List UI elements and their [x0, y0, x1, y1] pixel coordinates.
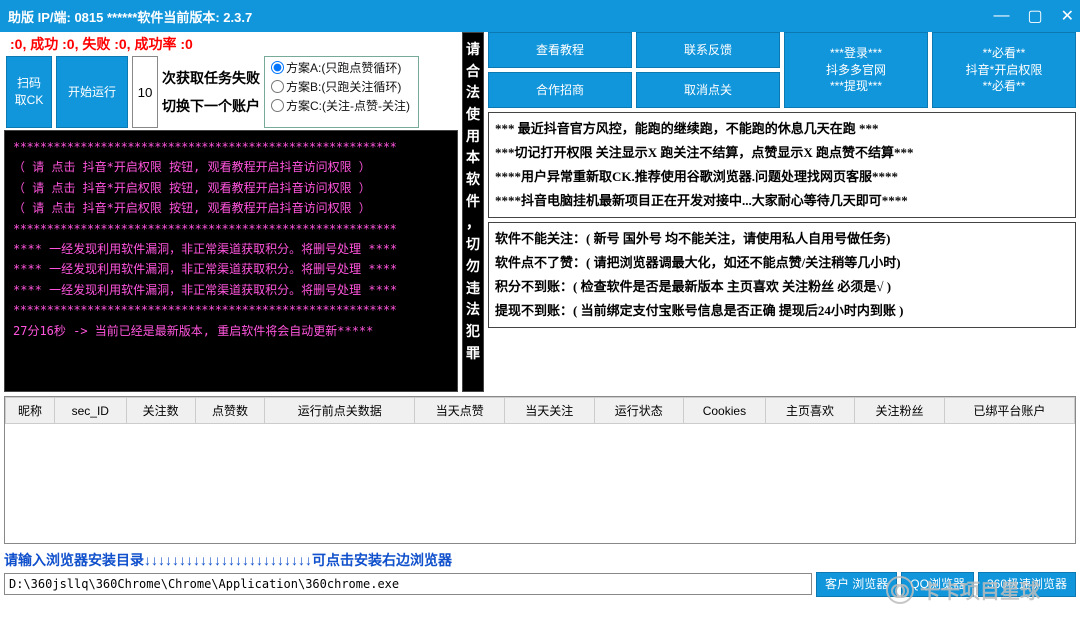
douyin-permission-button[interactable]: **必看**抖音*开启权限**必看**: [932, 32, 1076, 108]
accounts-table: 昵称sec_ID关注数点赞数运行前点关数据当天点赞当天关注运行状态Cookies…: [5, 397, 1075, 424]
retry-count-input[interactable]: [132, 56, 158, 128]
cancel-follow-button[interactable]: 取消点关: [636, 72, 780, 108]
vertical-warning: 请合法使用本软件，切勿违法犯罪: [462, 32, 484, 392]
cooperation-button[interactable]: 合作招商: [488, 72, 632, 108]
stats-line: :0, 成功 :0, 失败 :0, 成功率 :0: [6, 34, 456, 54]
switch-label: 次获取任务失败 切换下一个账户: [162, 64, 260, 120]
table-header[interactable]: 当天关注: [504, 398, 594, 424]
table-header[interactable]: 关注数: [126, 398, 195, 424]
radio-b-input[interactable]: [271, 80, 284, 93]
table-header[interactable]: sec_ID: [55, 398, 127, 424]
notice-box-1: *** 最近抖音官方风控，能跑的继续跑，不能跑的休息几天在跑 *** ***切记…: [488, 112, 1076, 218]
contact-feedback-button[interactable]: 联系反馈: [636, 32, 780, 68]
radio-a-input[interactable]: [271, 61, 284, 74]
close-button[interactable]: ✕: [1061, 6, 1074, 26]
minimize-button[interactable]: —: [993, 7, 1009, 25]
view-tutorial-button[interactable]: 查看教程: [488, 32, 632, 68]
radio-scheme-c[interactable]: 方案C:(关注-点赞-关注): [271, 97, 412, 114]
table-header[interactable]: 当天点赞: [415, 398, 505, 424]
browser-kehu-button[interactable]: 客户 浏览器: [816, 572, 897, 597]
table-header[interactable]: 点赞数: [195, 398, 264, 424]
notice-box-2: 软件不能关注：( 新号 国外号 均不能关注，请使用私人自用号做任务) 软件点不了…: [488, 222, 1076, 328]
log-console: ****************************************…: [4, 130, 458, 392]
action-button-grid: 查看教程 联系反馈 ***登录***抖多多官网***提现*** **必看**抖音…: [488, 32, 1076, 108]
browser-qq-button[interactable]: QQ浏览器: [901, 572, 974, 597]
radio-scheme-a[interactable]: 方案A:(只跑点赞循环): [271, 59, 412, 76]
table-header[interactable]: 运行状态: [594, 398, 684, 424]
browser-360-button[interactable]: 360极速浏览器: [978, 572, 1076, 597]
radio-c-input[interactable]: [271, 99, 284, 112]
table-header[interactable]: 运行前点关数据: [265, 398, 415, 424]
login-withdraw-button[interactable]: ***登录***抖多多官网***提现***: [784, 32, 928, 108]
start-run-button[interactable]: 开始运行: [56, 56, 128, 128]
maximize-button[interactable]: ▢: [1027, 6, 1042, 26]
table-header[interactable]: 已绑平台账户: [944, 398, 1074, 424]
table-header[interactable]: 关注粉丝: [855, 398, 945, 424]
window-controls: — ▢ ✕: [993, 0, 1074, 32]
titlebar: 助版 IP/端: 0815 ******软件当前版本: 2.3.7 — ▢ ✕: [0, 0, 1080, 32]
radio-scheme-b[interactable]: 方案B:(只跑关注循环): [271, 78, 412, 95]
scheme-radio-group: 方案A:(只跑点赞循环) 方案B:(只跑关注循环) 方案C:(关注-点赞-关注): [264, 56, 419, 128]
browser-path-prompt: 请输入浏览器安装目录↓↓↓↓↓↓↓↓↓↓↓↓↓↓↓↓↓↓↓↓↓↓↓↓可点击安装右…: [4, 550, 1076, 570]
bottom-bar: 请输入浏览器安装目录↓↓↓↓↓↓↓↓↓↓↓↓↓↓↓↓↓↓↓↓↓↓↓↓可点击安装右…: [0, 548, 1080, 599]
scan-ck-button[interactable]: 扫码 取CK: [6, 56, 52, 128]
browser-path-input[interactable]: [4, 573, 812, 595]
table-header[interactable]: Cookies: [684, 398, 766, 424]
table-header[interactable]: 主页喜欢: [765, 398, 855, 424]
window-title: 助版 IP/端: 0815 ******软件当前版本: 2.3.7: [8, 7, 252, 26]
table-header[interactable]: 昵称: [6, 398, 55, 424]
accounts-table-wrap[interactable]: 昵称sec_ID关注数点赞数运行前点关数据当天点赞当天关注运行状态Cookies…: [4, 396, 1076, 544]
